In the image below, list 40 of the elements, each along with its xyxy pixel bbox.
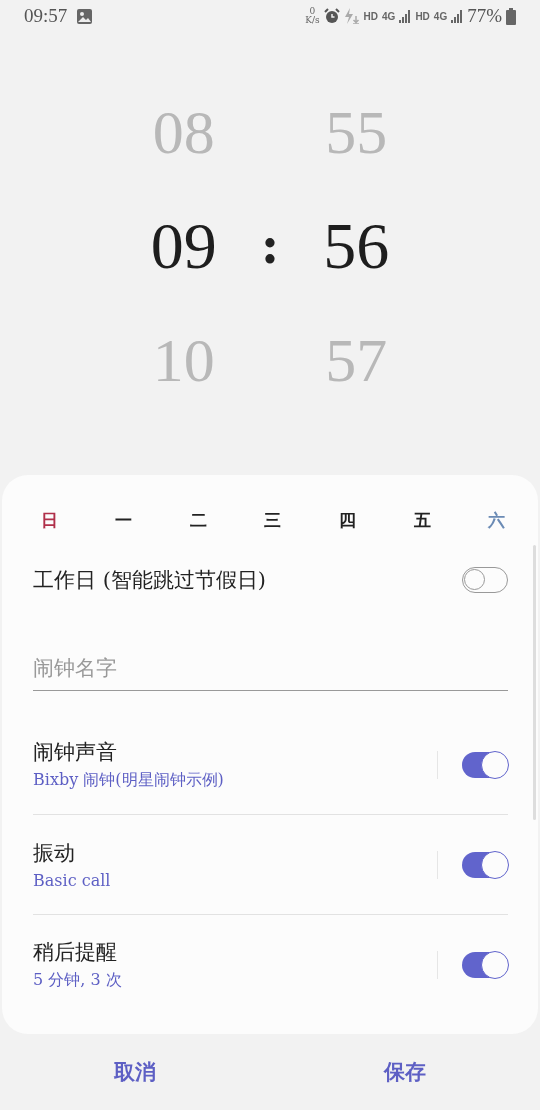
network-label: HD <box>363 10 379 22</box>
weekday-button[interactable]: 日 <box>39 508 59 532</box>
alarm-icon <box>323 8 340 24</box>
weekday-button[interactable]: 三 <box>262 508 283 532</box>
setting-value[interactable]: Basic call <box>33 871 437 890</box>
weekday-button[interactable]: 五 <box>412 508 433 532</box>
hour-value: 10 <box>152 324 215 396</box>
weekday-button[interactable]: 四 <box>337 508 358 532</box>
minute-value: 57 <box>325 324 388 396</box>
time-separator: : <box>260 216 280 275</box>
cancel-button[interactable]: 取消 <box>0 1034 270 1110</box>
setting-title: 稍后提醒 <box>33 939 118 966</box>
speed-unit: K/s <box>305 16 320 25</box>
weekday-button[interactable]: 一 <box>113 508 134 532</box>
signal-icon <box>399 9 412 23</box>
battery-percent: 77% <box>467 5 502 27</box>
toggle-switch[interactable] <box>462 951 508 978</box>
alarm-name-field[interactable]: 闹钟名字 <box>33 645 508 691</box>
image-icon <box>77 8 93 24</box>
charging-icon <box>343 8 360 24</box>
setting-title: 振动 <box>33 840 76 867</box>
hour-value: 08 <box>152 96 215 168</box>
toggle-switch[interactable] <box>462 851 508 878</box>
minute-value: 55 <box>325 96 388 168</box>
workday-label: 工作日 (智能跳过节假日) <box>33 567 268 594</box>
network-label: HD <box>415 10 430 22</box>
signal-icon <box>451 9 464 23</box>
setting-value[interactable]: 5 分钟, 3 次 <box>33 970 437 991</box>
network-type: 4G <box>433 10 448 22</box>
network-type: 4G <box>382 10 396 22</box>
setting-value[interactable]: Bixby 闹钟(明星闹钟示例) <box>33 770 437 791</box>
hour-value[interactable]: 09 <box>150 208 217 283</box>
setting-title: 闹钟声音 <box>33 739 118 766</box>
speed-value: 0 <box>309 7 316 16</box>
toggle-switch[interactable] <box>462 751 508 778</box>
save-button[interactable]: 保存 <box>270 1034 540 1110</box>
status-time: 09:57 <box>24 5 68 27</box>
battery-icon <box>506 7 516 25</box>
minute-value[interactable]: 56 <box>323 208 390 283</box>
weekday-button[interactable]: 二 <box>188 508 209 532</box>
